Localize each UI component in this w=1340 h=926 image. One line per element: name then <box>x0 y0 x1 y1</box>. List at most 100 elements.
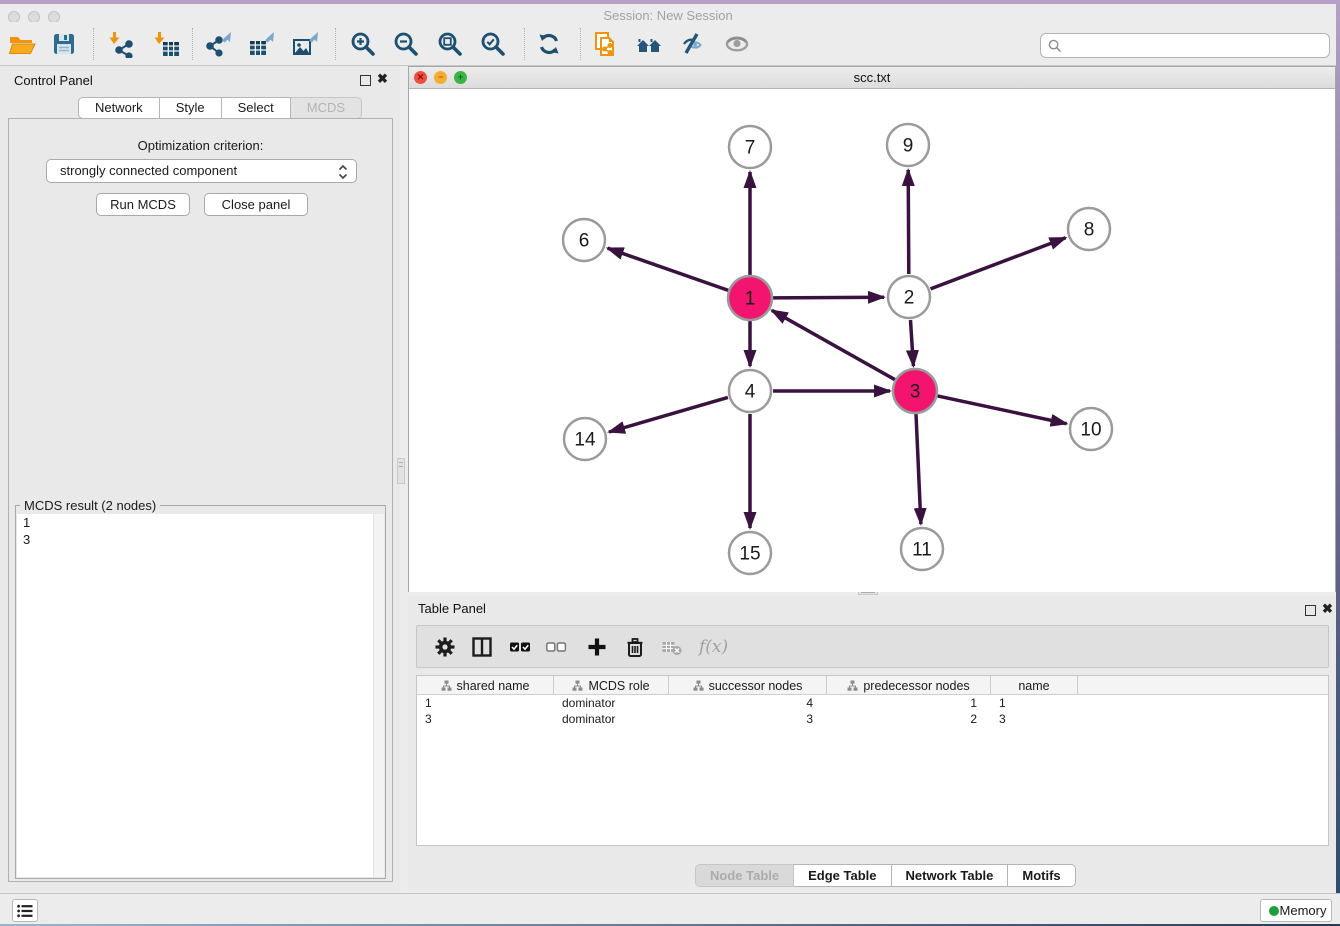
result-scrollbar[interactable] <box>373 514 384 877</box>
function-builder-button[interactable]: f(x) <box>699 636 733 658</box>
table-row[interactable]: 3dominator323 <box>417 711 1328 727</box>
cell-MCDS-role[interactable]: dominator <box>554 711 669 727</box>
select-all-button[interactable] <box>509 636 531 658</box>
save-session-button[interactable] <box>50 30 78 58</box>
column-type-icon <box>847 680 858 691</box>
refresh-layout-button[interactable] <box>535 30 563 58</box>
control-panel-title: Control Panel <box>14 73 93 88</box>
export-image-button[interactable] <box>292 30 320 58</box>
delete-column-button[interactable] <box>624 636 646 658</box>
memory-status-icon <box>1269 906 1279 916</box>
zoom-selected-button[interactable] <box>479 30 507 58</box>
mcds-result-textarea[interactable]: 13 <box>17 514 384 877</box>
column-header-label: successor nodes <box>709 679 803 693</box>
graph-edge-1-6[interactable] <box>608 248 729 290</box>
first-neighbors-button[interactable] <box>635 30 663 58</box>
import-table-button[interactable] <box>152 30 180 58</box>
export-table-button[interactable] <box>248 30 276 58</box>
tab-network-table[interactable]: Network Table <box>892 864 1009 887</box>
tab-motifs[interactable]: Motifs <box>1008 864 1075 887</box>
tab-network[interactable]: Network <box>78 97 160 119</box>
column-header-name[interactable]: name <box>991 676 1078 695</box>
deselect-all-icon <box>545 636 567 658</box>
export-network-icon <box>205 30 233 58</box>
graph-edge-3-11[interactable] <box>916 414 921 524</box>
graph-edge-3-1[interactable] <box>772 310 895 379</box>
graph-edge-2-9[interactable] <box>908 170 909 274</box>
close-panel-icon[interactable]: ✖ <box>377 71 388 87</box>
table-toolbar: f(x) <box>416 625 1329 668</box>
tab-style[interactable]: Style <box>160 97 222 119</box>
list-icon <box>17 904 33 918</box>
float-panel-icon[interactable] <box>360 75 371 86</box>
table-panel-title: Table Panel <box>418 601 486 616</box>
cell-name[interactable]: 1 <box>991 695 1078 711</box>
result-line: 1 <box>17 514 384 531</box>
graph-node-9[interactable]: 9 <box>887 124 929 166</box>
search-input[interactable] <box>1067 36 1323 55</box>
deselect-all-button[interactable] <box>545 636 567 658</box>
optimization-criterion-select[interactable]: strongly connected component <box>46 159 357 183</box>
vertical-splitter-handle[interactable] <box>397 458 405 484</box>
cell-name[interactable]: 3 <box>991 711 1078 727</box>
open-session-button[interactable] <box>8 30 36 58</box>
column-header-successor-nodes[interactable]: successor nodes <box>669 676 827 695</box>
select-all-icon <box>509 636 531 658</box>
graph-node-15[interactable]: 15 <box>729 532 771 574</box>
graph-edge-2-3[interactable] <box>911 320 914 366</box>
graph-node-label: 10 <box>1080 420 1101 441</box>
task-history-button[interactable] <box>12 899 38 922</box>
cell-successor-nodes[interactable]: 4 <box>669 695 827 711</box>
network-canvas[interactable]: 7 9 6 8 1 2 4 3 14 10 15 11 <box>409 89 1335 592</box>
tab-edge-table[interactable]: Edge Table <box>794 864 891 887</box>
zoom-in-button[interactable] <box>349 30 377 58</box>
close-panel-button[interactable]: Close panel <box>204 193 308 216</box>
duplicate-network-button[interactable] <box>591 30 619 58</box>
graph-node-3[interactable]: 3 <box>893 369 937 413</box>
graph-node-6[interactable]: 6 <box>563 219 605 261</box>
table-row[interactable]: 1dominator411 <box>417 695 1328 711</box>
graph-node-10[interactable]: 10 <box>1070 408 1112 450</box>
zoom-fit-button[interactable] <box>436 30 464 58</box>
graph-node-7[interactable]: 7 <box>729 126 771 168</box>
zoom-out-button[interactable] <box>392 30 420 58</box>
graph-node-8[interactable]: 8 <box>1068 208 1110 250</box>
cell-predecessor-nodes[interactable]: 1 <box>827 695 991 711</box>
graph-node-11[interactable]: 11 <box>901 528 943 570</box>
cell-successor-nodes[interactable]: 3 <box>669 711 827 727</box>
graph-node-4[interactable]: 4 <box>729 370 771 412</box>
cell-predecessor-nodes[interactable]: 2 <box>827 711 991 727</box>
float-table-panel-icon[interactable] <box>1305 605 1316 616</box>
graph-edge-3-10[interactable] <box>938 396 1067 424</box>
graph-edge-4-14[interactable] <box>609 397 728 432</box>
column-type-icon <box>572 680 583 691</box>
export-network-button[interactable] <box>205 30 233 58</box>
import-network-button[interactable] <box>106 30 134 58</box>
column-header-predecessor-nodes[interactable]: predecessor nodes <box>827 676 991 695</box>
column-header-shared-name[interactable]: shared name <box>417 676 554 695</box>
close-table-panel-icon[interactable]: ✖ <box>1322 601 1333 617</box>
cell-shared-name[interactable]: 1 <box>417 695 554 711</box>
show-all-button[interactable] <box>723 30 751 58</box>
column-header-MCDS-role[interactable]: MCDS role <box>554 676 669 695</box>
toggle-panes-button[interactable] <box>471 636 493 658</box>
houses-icon <box>635 30 663 58</box>
cell-shared-name[interactable]: 3 <box>417 711 554 727</box>
add-column-button[interactable] <box>586 636 608 658</box>
cell-MCDS-role[interactable]: dominator <box>554 695 669 711</box>
duplicate-network-icon <box>591 30 619 58</box>
hide-selected-button[interactable] <box>678 30 706 58</box>
graph-edge-2-8[interactable] <box>931 238 1066 289</box>
delete-table-button[interactable] <box>661 636 683 658</box>
memory-button[interactable]: Memory <box>1260 899 1332 922</box>
graph-node-14[interactable]: 14 <box>564 418 606 460</box>
graph-edge-1-2[interactable] <box>773 297 884 298</box>
graph-node-1[interactable]: 1 <box>728 276 772 320</box>
search-box[interactable] <box>1040 33 1330 58</box>
graph-node-2[interactable]: 2 <box>888 276 930 318</box>
tab-mcds[interactable]: MCDS <box>291 97 362 119</box>
tab-node-table[interactable]: Node Table <box>695 864 794 887</box>
run-mcds-button[interactable]: Run MCDS <box>96 193 190 216</box>
table-settings-button[interactable] <box>434 636 456 658</box>
tab-select[interactable]: Select <box>222 97 291 119</box>
